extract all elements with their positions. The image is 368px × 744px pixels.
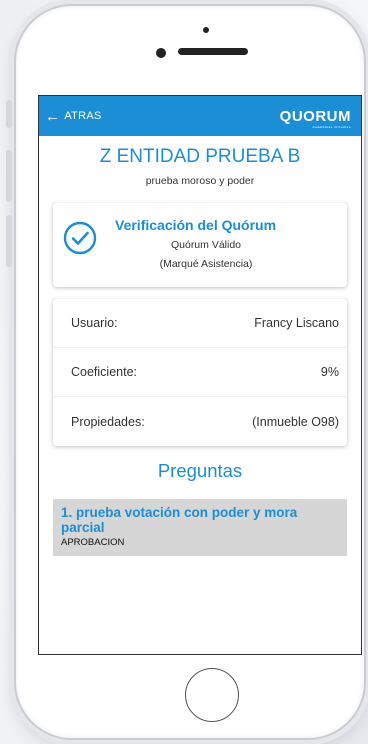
info-row-coeficiente: Coeficiente: 9% [53,348,347,397]
question-type: APROBACION [61,537,125,548]
info-label: Propiedades: [71,414,145,429]
back-button[interactable]: ← ATRAS [45,109,102,124]
app-header: ← ATRAS QUORUM Asambleas virtuales [39,96,361,136]
check-circle-icon [63,221,97,255]
volume-down-button [6,215,12,267]
question-title: 1. prueba votación con poder y mora parc… [61,505,298,535]
sensor-dot [203,27,209,33]
quorum-status: Quórum Válido [170,239,242,251]
entity-title: Z ENTIDAD PRUEBA B [99,146,301,167]
info-label: Usuario: [71,316,118,330]
front-camera [156,48,166,58]
quorum-logo: QUORUM Asambleas virtuales [279,107,351,129]
entity-subtitle: prueba moroso y poder [145,175,255,187]
user-info-card: Usuario: Francy Liscano Coeficiente: 9% … [53,299,347,446]
info-row-usuario: Usuario: Francy Liscano [53,299,347,348]
mute-switch [6,100,12,128]
attendance-instruction: (Marqué Asistencia) [159,258,253,270]
logo-text: QUORUM [279,107,351,125]
questions-heading: Preguntas [157,460,243,481]
info-label: Coeficiente: [71,365,138,379]
volume-up-button [6,150,12,202]
back-label: ATRAS [64,110,102,122]
logo-tagline: Asambleas virtuales [312,124,351,129]
info-row-propiedades: Propiedades: (Inmueble O98) [53,397,347,446]
info-value: Francy Liscano [254,316,339,330]
info-value: (Inmueble O98) [252,414,339,429]
arrow-left-icon: ← [45,107,61,125]
quorum-verification-card[interactable]: Verificación del Quórum Quórum Válido (M… [53,203,347,287]
home-button[interactable] [185,668,239,722]
question-item[interactable]: 1. prueba votación con poder y mora parc… [53,499,347,556]
verification-title: Verificación del Quórum [115,217,277,233]
app-screen: ← ATRAS QUORUM Asambleas virtuales Z ENT… [38,95,362,655]
earpiece-speaker [178,48,248,55]
info-value: 9% [320,365,339,379]
